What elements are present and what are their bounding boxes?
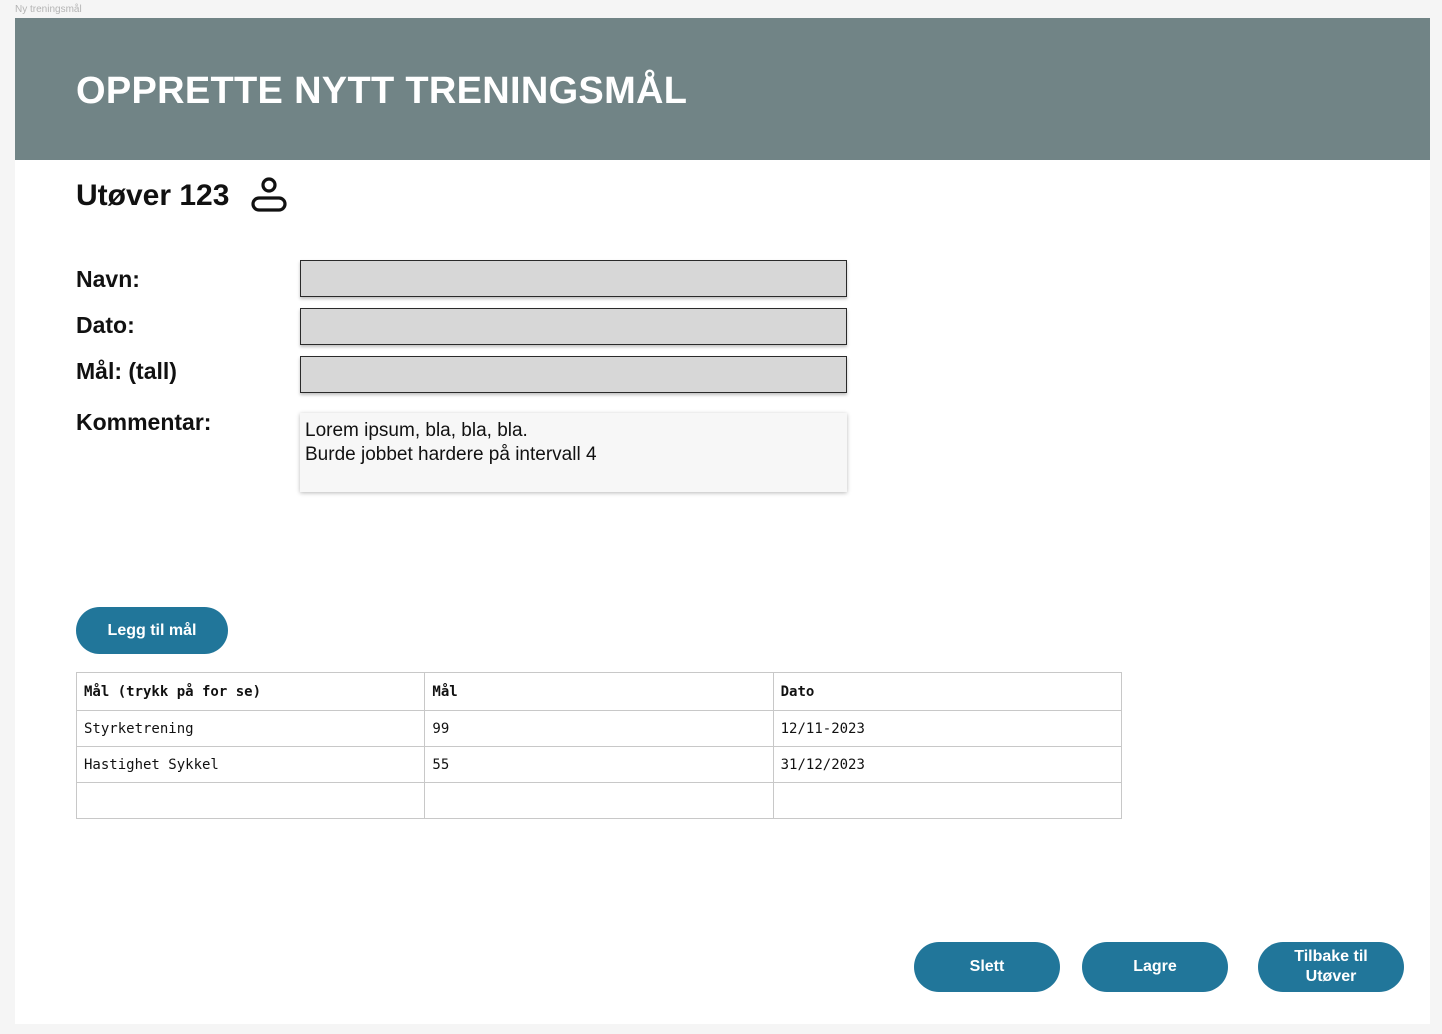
comment-line: Burde jobbet hardere på intervall 4 bbox=[305, 444, 597, 465]
table-cell bbox=[772, 782, 1123, 819]
column-header-date: Dato bbox=[772, 672, 1123, 711]
table-row[interactable]: Styrketrening 99 12/11-2023 bbox=[75, 710, 1123, 747]
delete-button[interactable]: Slett bbox=[914, 942, 1060, 992]
table-cell: 12/11-2023 bbox=[772, 710, 1123, 747]
user-icon bbox=[251, 177, 288, 212]
add-goal-button[interactable]: Legg til mål bbox=[76, 607, 228, 654]
table-cell: 55 bbox=[424, 746, 774, 783]
name-label: Navn: bbox=[76, 266, 140, 292]
column-header-goal-value: Mål bbox=[424, 672, 774, 711]
table-row[interactable] bbox=[75, 782, 1123, 819]
table-cell[interactable] bbox=[75, 782, 426, 819]
comment-textarea[interactable]: Lorem ipsum, bla, bla, bla. Burde jobbet… bbox=[300, 413, 847, 492]
comment-line: Lorem ipsum, bla, bla, bla. bbox=[305, 420, 528, 441]
table-row[interactable]: Hastighet Sykkel 55 31/12/2023 bbox=[75, 746, 1123, 783]
page-title: OPPRETTE NYTT TRENINGSMÅL bbox=[76, 70, 688, 112]
table-cell[interactable]: Styrketrening bbox=[75, 710, 426, 747]
athlete-heading: Utøver 123 bbox=[76, 176, 289, 216]
goals-table: Mål (trykk på for se) Mål Dato Styrketre… bbox=[75, 672, 1123, 819]
comment-label: Kommentar: bbox=[76, 409, 212, 435]
athlete-name: Utøver 123 bbox=[76, 179, 230, 212]
table-cell bbox=[424, 782, 774, 819]
table-cell: 99 bbox=[424, 710, 774, 747]
date-label: Dato: bbox=[76, 312, 135, 338]
goal-value-input[interactable] bbox=[300, 356, 847, 393]
goal-value-label: Mål: (tall) bbox=[76, 358, 177, 384]
date-input[interactable] bbox=[300, 308, 847, 345]
table-cell: 31/12/2023 bbox=[772, 746, 1123, 783]
name-input[interactable] bbox=[300, 260, 847, 297]
page-canvas: OPPRETTE NYTT TRENINGSMÅL Utøver 123 Nav… bbox=[15, 18, 1430, 1024]
table-cell[interactable]: Hastighet Sykkel bbox=[75, 746, 426, 783]
page-header: OPPRETTE NYTT TRENINGSMÅL bbox=[15, 18, 1430, 160]
column-header-goal-name: Mål (trykk på for se) bbox=[75, 672, 426, 711]
back-to-athlete-button[interactable]: Tilbake til Utøver bbox=[1258, 942, 1404, 992]
save-button[interactable]: Lagre bbox=[1082, 942, 1228, 992]
table-header-row: Mål (trykk på for se) Mål Dato bbox=[75, 672, 1123, 711]
frame-label: Ny treningsmål bbox=[15, 4, 82, 15]
